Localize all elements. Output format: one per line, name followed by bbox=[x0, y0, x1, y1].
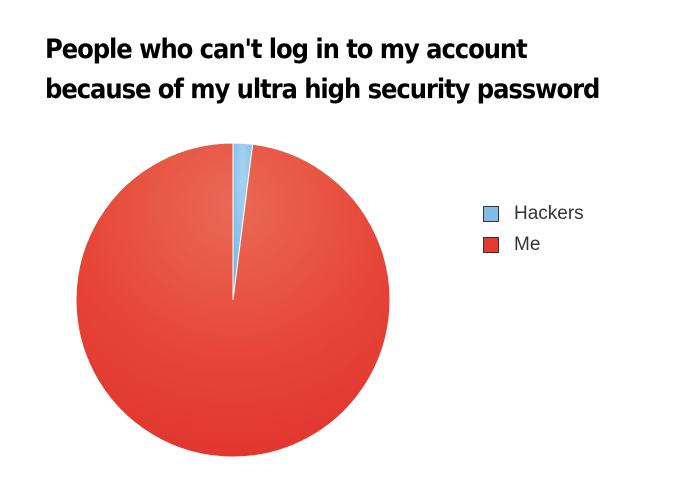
legend-swatch-hackers bbox=[483, 206, 499, 222]
chart-legend: Hackers Me bbox=[483, 204, 584, 266]
legend-item-me: Me bbox=[483, 235, 584, 255]
legend-label-hackers: Hackers bbox=[514, 203, 584, 224]
legend-swatch-me bbox=[483, 237, 499, 253]
legend-item-hackers: Hackers bbox=[483, 204, 584, 224]
pie-slices bbox=[75, 142, 391, 458]
pie-chart bbox=[75, 142, 391, 458]
legend-label-me: Me bbox=[514, 234, 541, 255]
pie-slice-me bbox=[75, 142, 391, 458]
